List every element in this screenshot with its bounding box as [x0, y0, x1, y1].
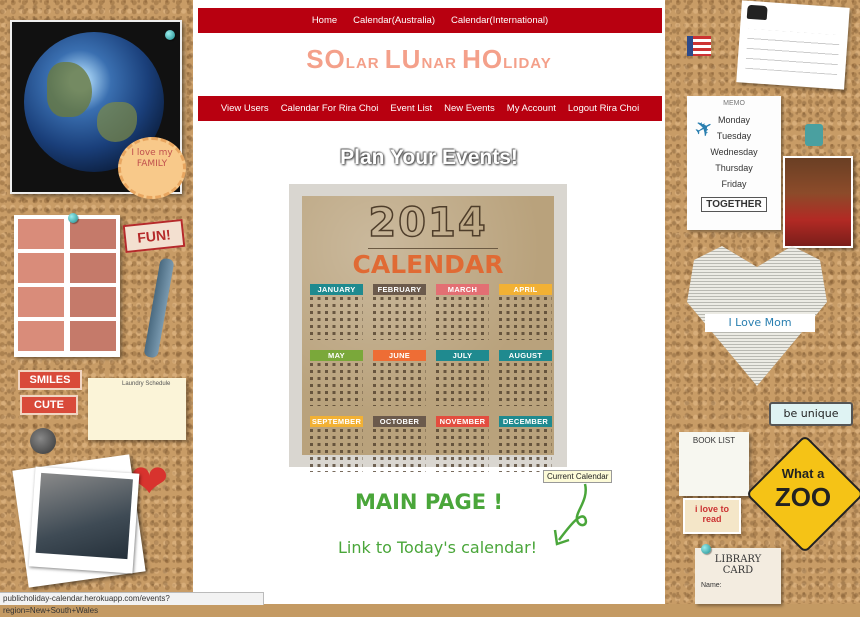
calendar-month-days — [310, 363, 363, 406]
calendar-month-name: SEPTEMBER — [310, 416, 363, 427]
calendar-month: JUNE — [373, 350, 426, 406]
user-nav: View Users Calendar For Rira Choi Event … — [198, 96, 662, 121]
photo-strip — [14, 215, 120, 357]
calendar-month: APRIL — [499, 284, 552, 340]
calendar-month: MARCH — [436, 284, 489, 340]
flag-icon — [687, 36, 711, 56]
message-pad — [736, 0, 850, 90]
nav-calendar-for-user-link[interactable]: Calendar For Rira Choi — [275, 103, 385, 114]
what-a-zoo-sign: What a ZOO — [745, 434, 860, 554]
library-card: LIBRARY CARD Name: — [695, 548, 781, 604]
calendar-month-days — [373, 297, 426, 340]
calendar-title: CALENDAR — [352, 250, 504, 279]
nav-view-users-link[interactable]: View Users — [215, 103, 275, 114]
cork-board-left: I love my FAMILY FUN! SMILES CUTE Laundr… — [0, 0, 193, 604]
calendar-month: AUGUST — [499, 350, 552, 406]
today-calendar-link[interactable]: Link to Today's calendar! — [338, 538, 537, 557]
status-bar-url: publicholiday-calendar.herokuapp.com/eve… — [0, 592, 264, 615]
calendar-month-name: MARCH — [436, 284, 489, 295]
calendar-month-days — [436, 429, 489, 472]
calendar-month-days — [499, 363, 552, 406]
pushpin-icon — [68, 213, 78, 223]
calendar-month-days — [310, 429, 363, 472]
portrait-photo — [783, 156, 853, 248]
calendar-month-grid: JANUARY FEBRUARY MARCH APRIL MAY JUNE JULY AUGU… — [310, 284, 552, 472]
main-content: Home Calendar(Australia) Calendar(Intern… — [193, 0, 665, 604]
calendar-month: MAY — [310, 350, 363, 406]
calendar-month-days — [373, 363, 426, 406]
calendar-month-days — [373, 429, 426, 472]
pushpin-icon — [165, 30, 175, 40]
calendar-month: OCTOBER — [373, 416, 426, 472]
nav-my-account-link[interactable]: My Account — [501, 103, 562, 114]
calendar-year: 2014 — [368, 199, 488, 247]
nav-calendar-international-link[interactable]: Calendar(International) — [443, 15, 556, 26]
calendar-month-days — [499, 429, 552, 472]
calendar-month: DECEMBER — [499, 416, 552, 472]
cute-tag: CUTE — [20, 395, 78, 415]
love-family-badge: I love my FAMILY — [118, 137, 186, 199]
nav-logout-link[interactable]: Logout Rira Choi — [562, 103, 645, 114]
main-page-link[interactable]: MAIN PAGE ! — [193, 490, 665, 514]
pushpin-icon — [701, 544, 711, 554]
calendar-month-days — [436, 297, 489, 340]
boy-photo — [28, 466, 140, 574]
i-love-to-read-card: i love to read — [683, 498, 741, 534]
nav-event-list-link[interactable]: Event List — [384, 103, 438, 114]
calendar-month: JULY — [436, 350, 489, 406]
cork-board-right: MEMO Monday Tuesday Wednesday Thursday F… — [665, 0, 860, 604]
calendar-month: NOVEMBER — [436, 416, 489, 472]
page-heading: Plan Your Events! — [340, 146, 518, 169]
top-nav: Home Calendar(Australia) Calendar(Intern… — [198, 8, 662, 33]
laundry-schedule-note: Laundry Schedule — [88, 378, 186, 440]
calendar-month-name: FEBRUARY — [373, 284, 426, 295]
fun-tag: FUN! — [122, 218, 186, 254]
calendar-month: JANUARY — [310, 284, 363, 340]
be-unique-tag: be unique — [769, 402, 853, 426]
site-logo: SOLAR LUNAR HOLIDAY — [306, 44, 552, 74]
calendar-month-name: NOVEMBER — [436, 416, 489, 427]
calendar-month: FEBRUARY — [373, 284, 426, 340]
newspaper-heart: I Love Mom — [687, 246, 827, 416]
calendar-month-name: APRIL — [499, 284, 552, 295]
calendar-month-name: JANUARY — [310, 284, 363, 295]
nav-new-events-link[interactable]: New Events — [438, 103, 501, 114]
calendar-month-name: JUNE — [373, 350, 426, 361]
calendar-image: 2014 CALENDAR JANUARY FEBRUARY MARCH APRIL M… — [289, 184, 567, 472]
book-list-note: BOOK LIST — [679, 432, 749, 496]
button-decor — [30, 428, 56, 454]
calendar-month: SEPTEMBER — [310, 416, 363, 472]
nav-home-link[interactable]: Home — [304, 15, 345, 26]
calendar-month-days — [310, 297, 363, 340]
smiles-tag: SMILES — [18, 370, 82, 390]
calendar-month-name: OCTOBER — [373, 416, 426, 427]
calendar-poster: 2014 CALENDAR JANUARY FEBRUARY MARCH APRIL M… — [302, 196, 554, 472]
calendar-month-name: JULY — [436, 350, 489, 361]
ribbon-clip — [143, 257, 175, 359]
calendar-month-name: AUGUST — [499, 350, 552, 361]
calendar-month-days — [499, 297, 552, 340]
calendar-month-name: DECEMBER — [499, 416, 552, 427]
nav-calendar-australia-link[interactable]: Calendar(Australia) — [345, 15, 443, 26]
phone-icon — [746, 4, 768, 21]
binder-clip-icon — [805, 124, 823, 146]
calendar-month-days — [436, 363, 489, 406]
calendar-month-name: MAY — [310, 350, 363, 361]
